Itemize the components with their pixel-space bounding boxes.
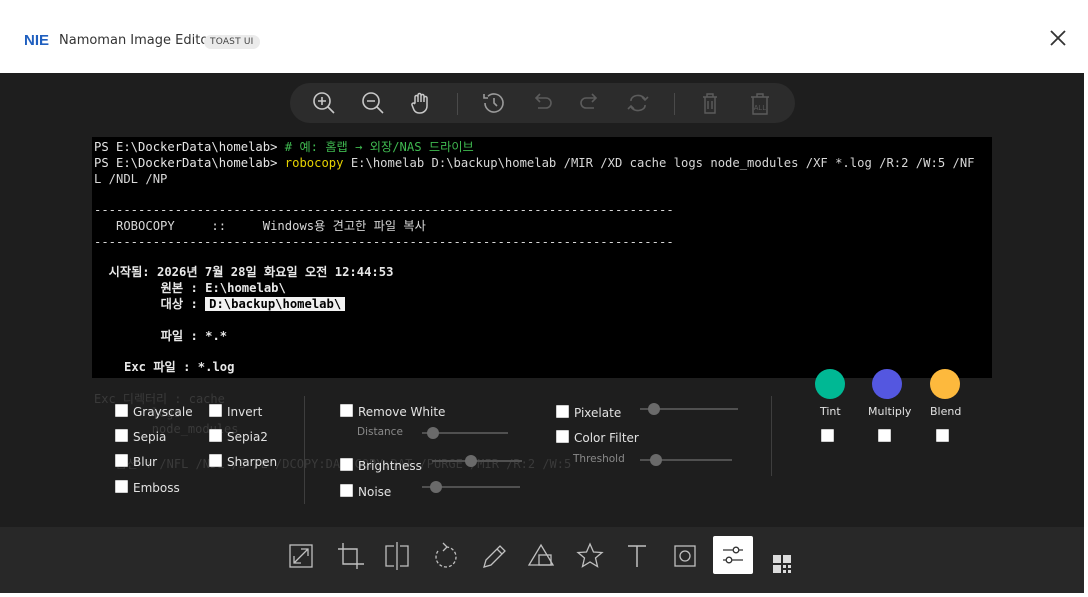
delete-all-label: ALL <box>754 105 767 112</box>
started-line: 시작됨: 2026년 7월 28일 화요일 오전 12:44:53 <box>94 265 394 279</box>
remove-white-checkbox[interactable] <box>340 404 353 417</box>
noise-label: Noise <box>358 485 392 499</box>
qr-icon[interactable] <box>763 543 803 581</box>
pixelate-slider-thumb[interactable] <box>648 403 660 415</box>
image-canvas[interactable]: PS E:\DockerData\homelab> # 예: 홈랩 → 외장/N… <box>92 137 992 378</box>
dest-highlight: D:\backup\homelab\ <box>205 297 346 311</box>
brightness-checkbox[interactable] <box>340 458 353 471</box>
color-filter-checkbox[interactable] <box>556 430 569 443</box>
sepia-checkbox[interactable] <box>115 429 128 442</box>
filter-icon[interactable] <box>713 536 753 574</box>
terminal-line: PS E:\DockerData\homelab> # 예: 홈랩 → 외장/N… <box>94 140 474 154</box>
draw-icon[interactable] <box>474 537 514 575</box>
ghost-text: 옵션 : /NFL /NDL /S /E /DCOPY:DA /COPY:DAT… <box>94 457 572 471</box>
panel-separator <box>304 396 305 504</box>
sharpen-checkbox[interactable] <box>209 454 222 467</box>
icon-star-icon[interactable] <box>570 537 610 575</box>
top-toolbar: ALL <box>290 83 795 123</box>
flip-icon[interactable] <box>377 537 417 575</box>
toolbar-separator <box>457 93 458 115</box>
threshold-label: Threshold <box>573 453 625 465</box>
tint-color-swatch[interactable] <box>815 369 845 399</box>
terminal-line: PS E:\DockerData\homelab> robocopy E:\ho… <box>94 156 975 170</box>
reset-icon[interactable] <box>624 89 652 117</box>
emboss-label: Emboss <box>133 481 180 495</box>
terminal-divider: ----------------------------------------… <box>94 235 674 249</box>
tint-label: Tint <box>820 405 841 418</box>
multiply-checkbox[interactable] <box>878 429 891 442</box>
text-icon[interactable] <box>617 537 657 575</box>
history-icon[interactable] <box>480 89 508 117</box>
brightness-slider-track[interactable] <box>432 460 522 462</box>
mask-icon[interactable] <box>665 537 705 575</box>
brightness-label: Brightness <box>358 459 422 473</box>
blur-label: Blur <box>133 455 158 469</box>
toast-ui-badge: TOAST UI <box>204 35 260 49</box>
invert-label: Invert <box>227 405 263 419</box>
bottom-edge <box>0 593 1088 597</box>
zoom-out-icon[interactable] <box>359 89 387 117</box>
color-filter-label: Color Filter <box>574 431 639 445</box>
threshold-slider-thumb[interactable] <box>650 454 662 466</box>
noise-slider-thumb[interactable] <box>430 481 442 493</box>
brand-logo: NIE <box>24 32 50 49</box>
delete-icon[interactable] <box>696 89 724 117</box>
files-line: 파일 : *.* <box>124 329 228 343</box>
redo-icon[interactable] <box>576 89 604 117</box>
blend-color-swatch[interactable] <box>930 369 960 399</box>
edge-line <box>1084 73 1088 593</box>
pixelate-checkbox[interactable] <box>556 405 569 418</box>
modal-header: NIE Namoman Image Editor TOAST UI <box>0 0 1088 73</box>
image-editor: ALL PS E:\DockerData\homelab> # 예: 홈랩 → … <box>0 73 1084 527</box>
sepia2-checkbox[interactable] <box>209 429 222 442</box>
robocopy-title: ROBOCOPY :: Windows용 견고한 파일 복사 <box>94 219 426 233</box>
terminal-divider: ----------------------------------------… <box>94 203 674 217</box>
tint-checkbox[interactable] <box>821 429 834 442</box>
hand-icon[interactable] <box>407 89 435 117</box>
noise-checkbox[interactable] <box>340 484 353 497</box>
app-title: Namoman Image Editor <box>59 33 214 48</box>
sepia2-label: Sepia2 <box>227 430 268 444</box>
emboss-checkbox[interactable] <box>115 480 128 493</box>
blend-label: Blend <box>930 405 962 418</box>
sepia-label: Sepia <box>133 430 167 444</box>
resize-icon[interactable] <box>281 537 321 575</box>
grayscale-checkbox[interactable] <box>115 404 128 417</box>
brightness-slider-thumb[interactable] <box>465 455 477 467</box>
pixelate-label: Pixelate <box>574 406 622 420</box>
toolbar-separator <box>674 93 675 115</box>
delete-all-icon[interactable]: ALL <box>746 89 774 117</box>
filter-panel: Exc 디렉터리 : cache logs node_modules 옵션 : … <box>92 369 992 524</box>
exc-files-line: Exc 파일 : *.log <box>124 360 235 374</box>
bottom-toolbar <box>0 527 1084 593</box>
invert-checkbox[interactable] <box>209 404 222 417</box>
multiply-color-swatch[interactable] <box>872 369 902 399</box>
close-icon[interactable] <box>1046 26 1070 50</box>
panel-separator <box>771 396 772 476</box>
sharpen-label: Sharpen <box>227 455 278 469</box>
source-line: 원본 : E:\homelab\ <box>124 281 286 295</box>
grayscale-label: Grayscale <box>133 405 193 419</box>
zoom-in-icon[interactable] <box>310 89 338 117</box>
blend-checkbox[interactable] <box>936 429 949 442</box>
remove-white-label: Remove White <box>358 405 446 419</box>
distance-slider-thumb[interactable] <box>427 427 439 439</box>
crop-icon[interactable] <box>330 537 370 575</box>
distance-label: Distance <box>357 426 403 438</box>
blur-checkbox[interactable] <box>115 454 128 467</box>
undo-icon[interactable] <box>528 89 556 117</box>
rotate-icon[interactable] <box>426 537 466 575</box>
dest-line: 대상 : D:\backup\homelab\ <box>124 296 346 312</box>
multiply-label: Multiply <box>868 405 912 418</box>
shape-icon[interactable] <box>521 537 561 575</box>
terminal-line: L /NDL /NP <box>94 172 168 186</box>
